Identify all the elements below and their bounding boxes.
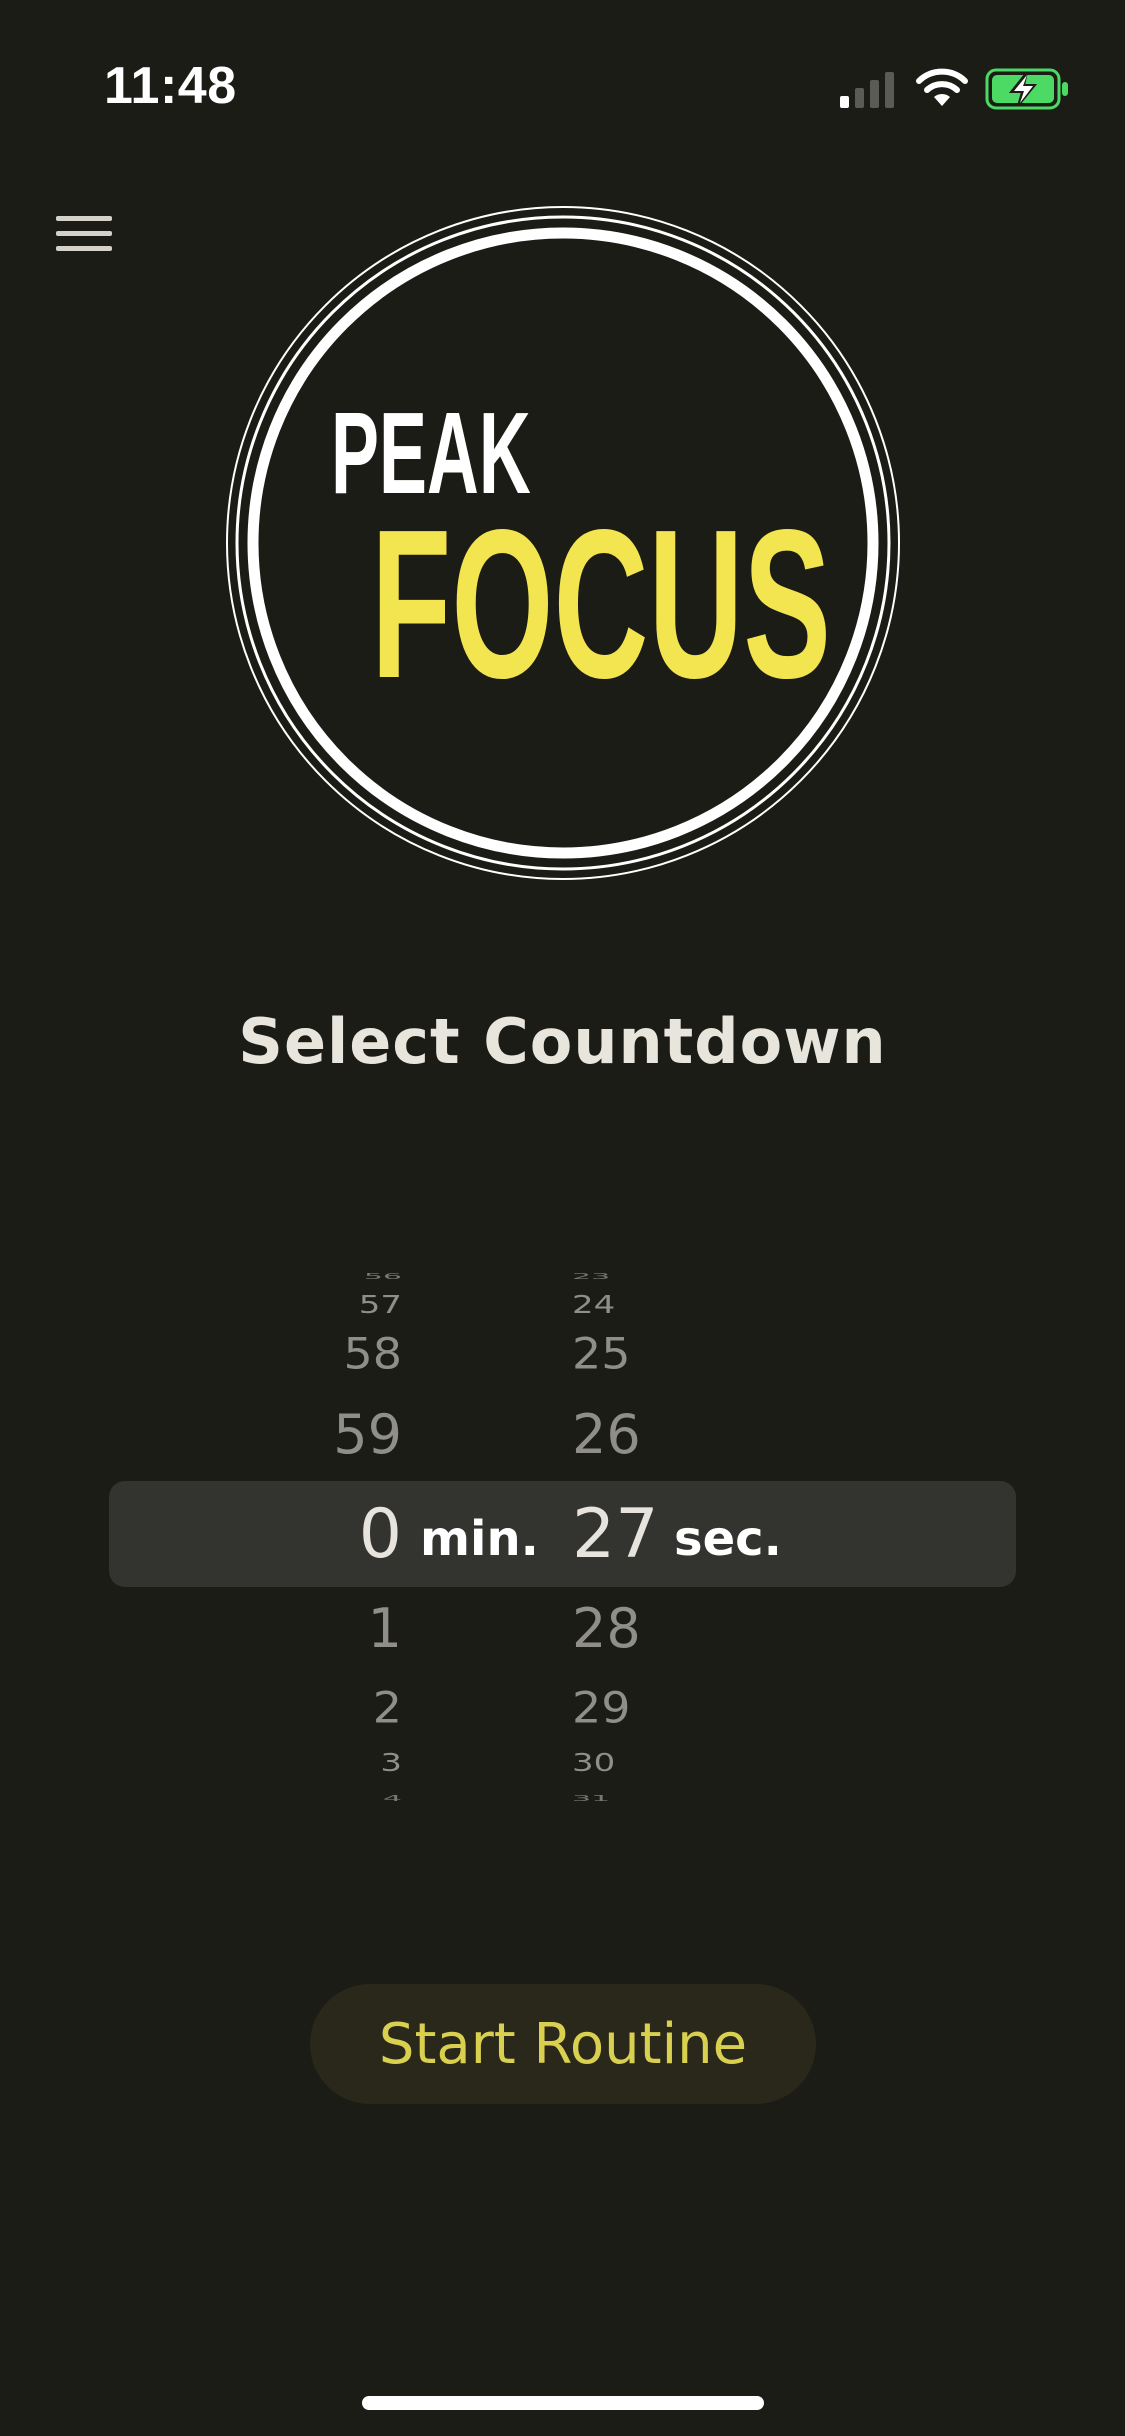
seconds-selected-value[interactable]: 27: [572, 1495, 659, 1574]
minutes-option[interactable]: 3: [380, 1749, 402, 1778]
countdown-picker[interactable]: 56 57 58 59 0 1 2 3 4 min. 23 24 25 26 2…: [0, 1255, 1125, 1815]
seconds-option[interactable]: 28: [572, 1597, 641, 1660]
minutes-option[interactable]: 56: [364, 1272, 402, 1281]
signal-icon: [840, 72, 894, 108]
seconds-option[interactable]: 24: [572, 1291, 615, 1320]
minutes-option[interactable]: 4: [383, 1794, 402, 1803]
page-title: Select Countdown: [238, 1005, 887, 1078]
wifi-icon: [916, 68, 968, 106]
picker-selection-highlight: [109, 1481, 1016, 1587]
home-indicator[interactable]: [362, 2396, 764, 2410]
minutes-option[interactable]: 1: [368, 1597, 402, 1660]
logo-word-focus: FOCUS: [371, 486, 831, 723]
minutes-unit-label: min.: [420, 1511, 539, 1567]
hamburger-menu-icon[interactable]: [52, 210, 116, 258]
minutes-wheel[interactable]: 56 57 58 59 0 1 2 3 4: [300, 1255, 402, 1815]
battery-charging-icon: [985, 68, 1068, 110]
minutes-option[interactable]: 58: [343, 1329, 402, 1379]
start-routine-button[interactable]: Start Routine: [310, 1984, 816, 2104]
minutes-selected-value[interactable]: 0: [359, 1495, 402, 1574]
seconds-option[interactable]: 30: [572, 1749, 615, 1778]
seconds-option[interactable]: 25: [572, 1329, 631, 1379]
status-time: 11:48: [104, 57, 237, 115]
seconds-wheel[interactable]: 23 24 25 26 27 28 29 30 31: [572, 1255, 672, 1815]
seconds-option[interactable]: 29: [572, 1683, 631, 1733]
peak-focus-logo: PEAK FOCUS: [226, 206, 900, 880]
status-bar: 11:48: [0, 0, 1125, 150]
seconds-unit-label: sec.: [674, 1511, 782, 1567]
countdown-screen: 11:48 PEAK FOCUS Select Countdown 56 57 …: [0, 0, 1125, 2436]
minutes-option[interactable]: 57: [359, 1291, 402, 1320]
seconds-option[interactable]: 23: [572, 1272, 610, 1281]
minutes-option[interactable]: 59: [333, 1403, 402, 1466]
seconds-option[interactable]: 26: [572, 1403, 641, 1466]
seconds-option[interactable]: 31: [572, 1794, 610, 1803]
minutes-option[interactable]: 2: [373, 1683, 402, 1733]
